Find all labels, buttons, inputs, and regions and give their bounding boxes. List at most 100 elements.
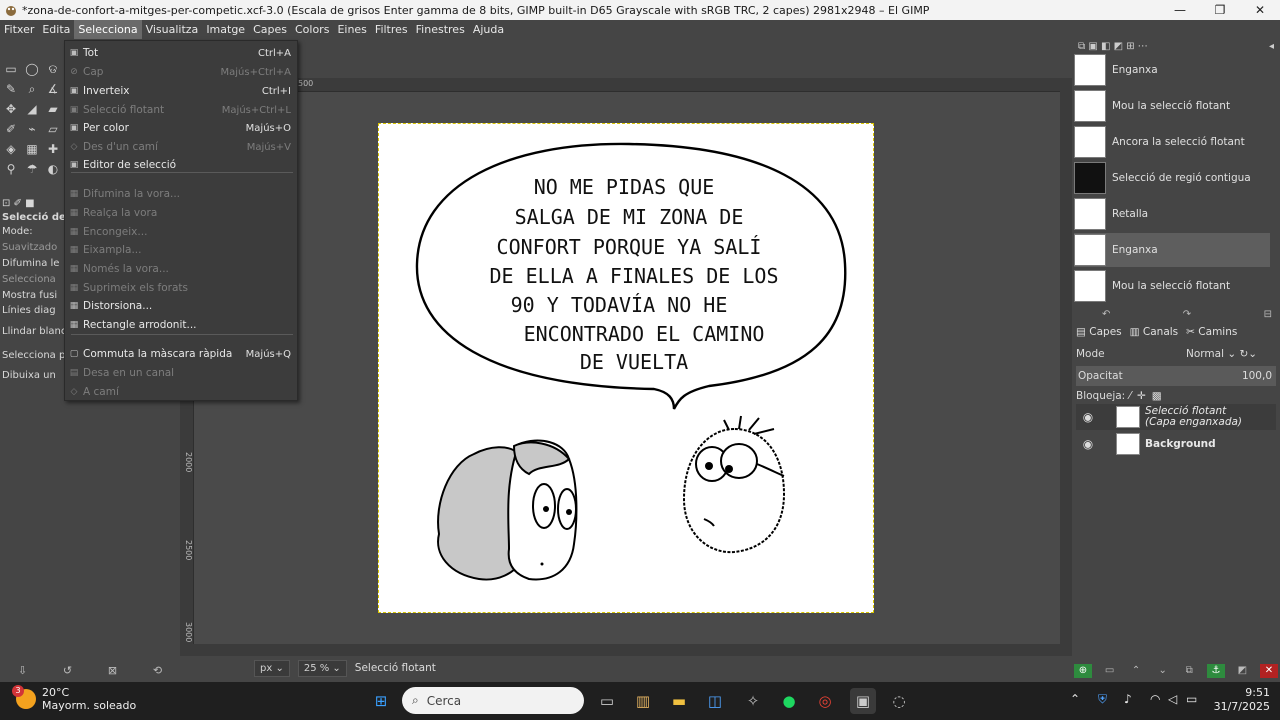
vertical-scrollbar[interactable] [1060,78,1072,656]
menu-item-a-camí[interactable]: ◇ A camí [65,383,297,401]
guides-option[interactable]: Línies diag [2,305,56,319]
draw-option[interactable]: Dibuixa un [2,370,56,384]
color-picker-icon[interactable]: ✎ [1,79,21,99]
volume-icon[interactable]: ◁ [1168,692,1177,706]
menu-layers[interactable]: Capes [249,20,291,39]
zoom-selector[interactable]: 25 % ⌄ [297,659,347,677]
menu-item-eixampla[interactable]: ▦ Eixampla... [65,241,297,259]
menu-file[interactable]: Fitxer [0,20,38,39]
menu-item-des-d-un-camí[interactable]: ◇ Des d'un camí Majús+V [65,138,297,156]
heal-icon[interactable]: ✚ [43,139,63,159]
save-options-icon[interactable]: ⇩ [18,664,27,677]
lower-layer-button[interactable]: ⌄ [1154,664,1172,678]
menu-image[interactable]: Imatge [202,20,249,39]
gimp-taskbar-icon[interactable]: ▣ [850,688,876,714]
feather-option[interactable]: Difumina le [2,258,59,272]
task-view-icon[interactable]: ▭ [594,688,620,714]
tab-layers[interactable]: ▤ Capes [1076,326,1122,342]
mask-button[interactable]: ◩ [1233,664,1251,678]
reset-options-icon[interactable]: ⟲ [153,664,162,677]
file-explorer-icon[interactable]: ▬ [666,688,692,714]
eraser-icon[interactable]: ▱ [43,119,63,139]
weather-widget[interactable]: 3 20°C Mayorm. soleado [12,685,136,712]
raise-layer-button[interactable]: ⌃ [1127,664,1145,678]
crop-icon[interactable]: ◢ [22,99,42,119]
undo-history-item[interactable]: Mou la selecció flotant [1074,269,1270,303]
menu-item-realça-la-vora[interactable]: ▦ Realça la vora [65,204,297,222]
minimize-button[interactable]: — [1160,3,1200,17]
spotify-icon[interactable]: ● [776,688,802,714]
undo-history-item[interactable]: Enganxa [1074,53,1270,87]
layer-mode-select[interactable]: Normal ⌄ ↻⌄ [1186,348,1257,360]
layer-row-floating[interactable]: ◉ Selecció flotant (Capa enganxada) [1076,404,1276,430]
menu-item-només-la-vora[interactable]: ▦ Només la vora... [65,260,297,278]
clone-icon[interactable]: ⚲ [1,159,21,179]
menu-item-desa-en-un-canal[interactable]: ▤ Desa en un canal [65,364,297,382]
menu-filters[interactable]: Filtres [371,20,412,39]
transform-icon[interactable]: ▰ [43,99,63,119]
microphone-icon[interactable]: ♪ [1124,692,1132,706]
menu-item-tot[interactable]: ▣ Tot Ctrl+A [65,44,297,62]
pencil-icon[interactable]: ✐ [1,119,21,139]
menu-item-difumina-la-vora[interactable]: ▦ Difumina la vora... [65,185,297,203]
undo-icon[interactable]: ↶ [1102,309,1110,320]
chrome-icon[interactable]: ◎ [812,688,838,714]
windows-start-icon[interactable]: ⊞ [368,688,394,714]
maximize-button[interactable]: ❐ [1200,3,1240,17]
menu-edit[interactable]: Edita [38,20,74,39]
redo-icon[interactable]: ↷ [1183,309,1191,320]
menu-colors[interactable]: Colors [291,20,333,39]
clock[interactable]: 9:51 31/7/2025 [1206,686,1270,714]
menu-item-inverteix[interactable]: ▣ Inverteix Ctrl+I [65,82,297,100]
threshold-slider[interactable]: Llindar blanc [2,326,66,340]
wifi-icon[interactable]: ◠ [1150,692,1160,706]
gradient-icon[interactable]: ▦ [22,139,42,159]
security-icon[interactable]: ⛨ [1098,692,1107,707]
measure-icon[interactable]: ∡ [43,79,63,99]
show-option[interactable]: Mostra fusi [2,290,57,304]
selection-option[interactable]: Selecciona [2,274,56,288]
search-box[interactable]: ⌕ Cerca [402,687,584,714]
undo-history-item[interactable]: Mou la selecció flotant [1074,89,1270,123]
ellipse-select-icon[interactable]: ◯ [22,59,42,79]
anchor-layer-button[interactable]: ⚓ [1206,664,1225,678]
horizontal-scrollbar[interactable] [180,644,1060,656]
recorder-icon[interactable]: ◌ [886,688,912,714]
image-canvas[interactable]: NO ME PIDAS QUE SALGA DE MI ZONA DE CONF… [378,123,874,613]
canvas-area[interactable]: NO ME PIDAS QUE SALGA DE MI ZONA DE CONF… [194,92,1064,644]
menu-item-commuta-la-màscara-ràpida[interactable]: ▢ Commuta la màscara ràpida Majús+Q [65,345,297,363]
tray-chevron-icon[interactable]: ⌃ [1070,692,1080,706]
dock-tab-icons[interactable]: ⧉ ▣ ◧ ◩ ⊞ ⋯ [1078,41,1148,52]
lock-pixels-icon[interactable]: ⁄ [1129,390,1131,402]
delete-options-icon[interactable]: ⊠ [108,664,117,677]
brush-icon[interactable]: ⌁ [22,119,42,139]
menu-item-selecció-flotant[interactable]: ▣ Selecció flotant Majús+Ctrl+L [65,101,297,119]
unit-selector[interactable]: px ⌄ [254,659,290,677]
store-icon[interactable]: ◫ [702,688,728,714]
antialias-option[interactable]: Suavitzado [2,242,57,256]
tool-options-tabs[interactable]: ⊡ ✐ ■ [2,198,35,212]
restore-options-icon[interactable]: ↺ [63,664,72,677]
move-icon[interactable]: ✥ [1,99,21,119]
menu-item-per-color[interactable]: ▣ Per color Majús+O [65,119,297,137]
battery-icon[interactable]: ▭ [1186,692,1197,706]
layer-row-background[interactable]: ◉ Background [1076,431,1276,457]
smudge-icon[interactable]: ☂ [22,159,42,179]
lasso-icon[interactable]: ଡ [43,59,63,79]
lock-position-icon[interactable]: ✛ [1137,390,1146,402]
menu-help[interactable]: Ajuda [469,20,508,39]
new-layer-button[interactable]: ⊕ [1074,664,1092,678]
menu-view[interactable]: Visualitza [142,20,203,39]
select-button[interactable]: Selecciona p [2,350,65,364]
duplicate-layer-button[interactable]: ⧉ [1180,664,1198,678]
lock-alpha-icon[interactable]: ▩ [1152,390,1162,402]
tab-channels[interactable]: ▥ Canals [1130,326,1179,342]
clear-history-icon[interactable]: ⊟ [1264,309,1272,320]
menu-windows[interactable]: Finestres [412,20,469,39]
new-group-button[interactable]: ▭ [1101,664,1119,678]
bucket-fill-icon[interactable]: ◈ [1,139,21,159]
opacity-slider[interactable]: Opacitat 100,0 [1076,366,1276,386]
undo-history-item[interactable]: Enganxa [1074,233,1270,267]
zoom-icon[interactable]: ⌕ [22,79,42,99]
menu-tools[interactable]: Eines [333,20,370,39]
